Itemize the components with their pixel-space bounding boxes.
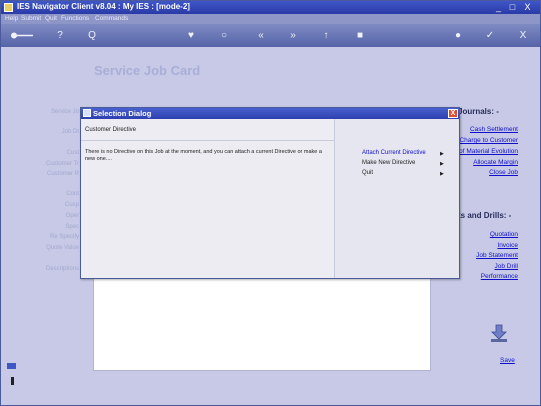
toolbar: ? Q ♥ ○ « » ↑ ■ ● ✓ X — [1, 24, 540, 47]
menu-help[interactable]: Help — [5, 15, 18, 22]
maximize-button[interactable]: □ — [507, 2, 518, 12]
dialog-header: Customer Directive — [85, 127, 137, 133]
field-label: Service Jo — [50, 109, 79, 115]
link-cash-settlement[interactable]: Cash Settlement — [470, 126, 518, 133]
link-performance[interactable]: Performance — [481, 273, 518, 280]
flag-icon[interactable] — [7, 363, 16, 369]
link-close-job[interactable]: Close Job — [489, 169, 518, 176]
arrow-right-icon: ▶ — [440, 151, 444, 157]
page-title: Service Job Card — [94, 63, 201, 78]
download-icon[interactable] — [489, 323, 509, 343]
option-quit[interactable]: Quit — [362, 170, 373, 176]
link-job-drill[interactable]: Job Drill — [495, 263, 518, 270]
arrow-right-icon: ▶ — [440, 171, 444, 177]
title-bar: IES Navigator Client v8.04 : My IES : [m… — [1, 1, 540, 14]
app-window: IES Navigator Client v8.04 : My IES : [m… — [0, 0, 541, 406]
help-icon[interactable]: ? — [53, 29, 67, 42]
field-label: Oper — [65, 213, 79, 219]
app-icon — [4, 3, 13, 12]
option-make-new-directive[interactable]: Make New Directive — [362, 160, 415, 166]
menu-submit[interactable]: Submit — [21, 15, 41, 22]
search-icon[interactable]: Q — [85, 29, 99, 42]
refresh-icon[interactable]: ○ — [217, 29, 231, 42]
info-icon[interactable] — [11, 377, 14, 385]
dialog-options-panel: Attach Current Directive ▶ Make New Dire… — [335, 119, 459, 278]
dialog-title: Selection Dialog — [93, 109, 152, 118]
divider — [81, 140, 334, 141]
previous-icon[interactable]: « — [254, 29, 268, 42]
link-charge-to-customer[interactable]: Charge to Customer — [459, 137, 518, 144]
drills-heading: ts and Drills: - — [458, 211, 512, 220]
dialog-message: There is no Directive on this Job at the… — [85, 149, 322, 162]
confirm-icon[interactable]: ✓ — [483, 29, 497, 42]
link-job-statement[interactable]: Job Statement — [476, 252, 518, 259]
minimize-button[interactable]: _ — [493, 2, 504, 12]
window-title: IES Navigator Client v8.04 : My IES : [m… — [17, 2, 190, 11]
back-button[interactable] — [9, 29, 35, 42]
up-icon[interactable]: ↑ — [319, 29, 333, 42]
dialog-close-button[interactable]: X — [448, 109, 458, 118]
field-label: Customer R — [46, 171, 79, 177]
menu-functions[interactable]: Functions — [61, 15, 89, 22]
link-material-evolution[interactable]: of Material Evolution — [459, 148, 518, 155]
menu-commands[interactable]: Commands — [95, 15, 128, 22]
stop-icon[interactable]: ■ — [353, 29, 367, 42]
dialog-title-bar: Selection Dialog X — [81, 108, 459, 119]
cancel-icon[interactable]: X — [516, 29, 530, 42]
field-label: Job Dt — [61, 129, 79, 135]
menu-bar: Help Submit Quit Functions Commands — [1, 14, 540, 24]
save-link[interactable]: Save — [500, 357, 515, 364]
arrow-right-icon: ▶ — [440, 161, 444, 167]
link-invoice[interactable]: Invoice — [497, 242, 518, 249]
field-label: Cusp — [64, 202, 79, 208]
selection-dialog: Selection Dialog X Customer Directive Th… — [80, 107, 460, 279]
dialog-icon — [83, 109, 91, 117]
settings-icon[interactable]: ● — [451, 29, 465, 42]
content-panel — [93, 269, 431, 371]
option-attach-current-directive[interactable]: Attach Current Directive — [362, 150, 426, 156]
link-quotation[interactable]: Quotation — [490, 231, 518, 238]
next-icon[interactable]: » — [286, 29, 300, 42]
field-label: Cust — [66, 150, 79, 156]
field-label: Descriptions — [45, 266, 79, 272]
dialog-message-panel: Customer Directive There is no Directive… — [81, 119, 335, 278]
field-label: Re Specify — [49, 234, 79, 240]
field-label: Cont — [66, 191, 79, 197]
close-window-button[interactable]: X — [522, 2, 533, 12]
favorite-icon[interactable]: ♥ — [184, 29, 198, 42]
field-label: Customer Tr — [45, 161, 79, 167]
menu-quit[interactable]: Quit — [45, 15, 57, 22]
field-label: Spec — [65, 224, 79, 230]
field-label: Quote Value — [46, 245, 79, 251]
journals-heading: Journals: - — [458, 107, 499, 116]
link-allocate-margin[interactable]: Allocate Margin — [473, 159, 518, 166]
